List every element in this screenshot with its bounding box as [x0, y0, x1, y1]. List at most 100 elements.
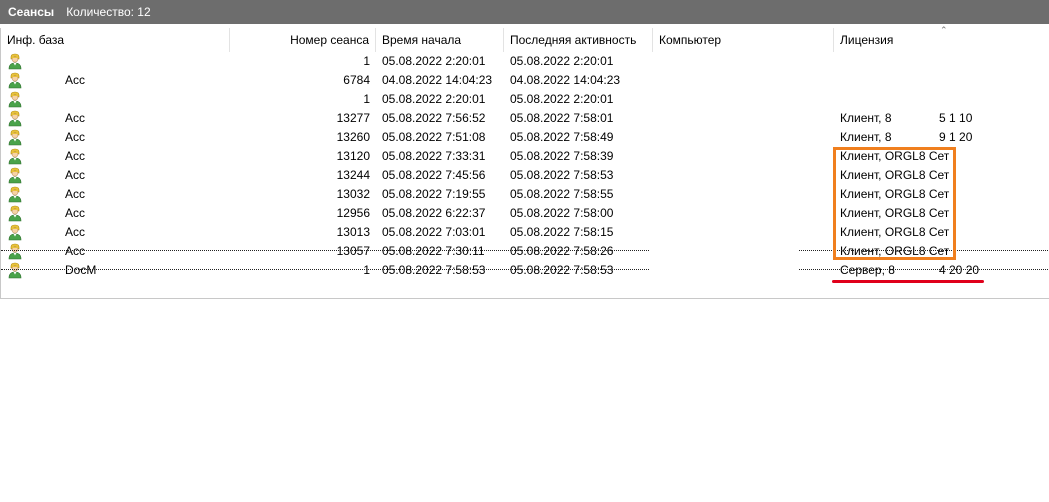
cell-license — [840, 71, 954, 90]
user-session-icon — [7, 242, 23, 261]
table-row[interactable]: Acc 13277 05.08.2022 7:56:52 05.08.2022 7:5… — [1, 109, 1049, 128]
cell-session-number: 13244 — [336, 168, 370, 182]
cell-base: Acc — [65, 206, 86, 220]
cell-computer — [659, 261, 829, 280]
cell-computer — [659, 166, 829, 185]
table-row[interactable]: Acc 6784 04.08.2022 14:04:23 04.08.2022 14:… — [1, 71, 1049, 90]
user-session-icon — [7, 52, 23, 71]
column-header-last-activity[interactable]: Последняя активность — [504, 28, 653, 52]
cell-last-activity: 05.08.2022 7:58:53 — [510, 168, 614, 182]
cell-license — [840, 90, 954, 109]
session-count: Количество: 12 — [66, 5, 151, 19]
cell-computer — [659, 223, 829, 242]
cell-base: Acc — [65, 244, 86, 258]
column-header-session-number[interactable]: Номер сеанса — [230, 28, 376, 52]
column-header-computer[interactable]: Компьютер — [653, 28, 834, 52]
cell-license: Клиент, 8 — [840, 130, 892, 144]
user-session-icon — [7, 223, 23, 242]
cell-computer — [659, 147, 829, 166]
cell-license-extra: 5 1 10 — [939, 111, 973, 125]
cell-base — [65, 52, 225, 71]
cell-base: Acc — [65, 130, 86, 144]
user-session-icon — [7, 109, 23, 128]
cell-start-time: 05.08.2022 7:56:52 — [382, 111, 486, 125]
table-row[interactable]: DocM 1 05.08.2022 7:58:53 05.08.2022 7:58:5… — [1, 261, 1049, 280]
row-focus-dotted-line — [1, 250, 649, 251]
cell-session-number: 12956 — [336, 206, 370, 220]
cell-last-activity: 05.08.2022 7:58:55 — [510, 187, 614, 201]
cell-base: Acc — [65, 149, 86, 163]
cell-session-number: 13260 — [336, 130, 370, 144]
user-session-icon — [7, 90, 23, 109]
license-highlight-box — [833, 147, 956, 260]
column-header-session-number-label: Номер сеанса — [290, 33, 369, 47]
cell-license-extra — [939, 71, 999, 90]
cell-license-extra — [939, 52, 999, 71]
cell-start-time: 05.08.2022 7:45:56 — [382, 168, 486, 182]
cell-session-number: 13057 — [336, 244, 370, 258]
cell-start-time: 05.08.2022 2:20:01 — [382, 54, 486, 68]
column-header-start-time-label: Время начала — [382, 33, 462, 47]
cell-start-time: 05.08.2022 7:51:08 — [382, 130, 486, 144]
column-header-computer-label: Компьютер — [659, 33, 722, 47]
cell-start-time: 05.08.2022 7:19:55 — [382, 187, 486, 201]
cell-start-time: 05.08.2022 7:30:11 — [382, 244, 485, 258]
column-header-base-label: Инф. база — [7, 33, 65, 47]
column-header-base[interactable]: Инф. база — [1, 28, 230, 52]
user-session-icon — [7, 204, 23, 223]
user-session-icon — [7, 185, 23, 204]
table-row[interactable]: 1 05.08.2022 2:20:01 05.08.2022 2:20:01 — [1, 52, 1049, 71]
cell-session-number: 13120 — [336, 149, 370, 163]
user-session-icon — [7, 147, 23, 166]
table-row[interactable]: 1 05.08.2022 2:20:01 05.08.2022 2:20:01 — [1, 90, 1049, 109]
cell-computer — [659, 242, 829, 261]
table-row[interactable]: Acc 13260 05.08.2022 7:51:08 05.08.2022 7:5… — [1, 128, 1049, 147]
cell-base: Acc — [65, 187, 86, 201]
cell-base: Acc — [65, 225, 86, 239]
server-license-underline — [832, 280, 984, 283]
column-header-license-label: Лицензия — [840, 33, 894, 47]
column-header-last-activity-label: Последняя активность — [510, 33, 637, 47]
cell-license-extra: 9 1 20 — [939, 130, 973, 144]
user-session-icon — [7, 128, 23, 147]
cell-last-activity: 05.08.2022 7:58:53 — [510, 263, 614, 277]
cell-session-number: 1 — [363, 54, 370, 68]
cell-start-time: 05.08.2022 7:58:53 — [382, 263, 486, 277]
column-header-start-time[interactable]: Время начала — [376, 28, 504, 52]
cell-last-activity: 05.08.2022 7:58:01 — [510, 111, 614, 125]
cell-last-activity: 05.08.2022 7:58:39 — [510, 149, 614, 163]
cell-start-time: 05.08.2022 7:03:01 — [382, 225, 486, 239]
cell-last-activity: 05.08.2022 7:58:00 — [510, 206, 614, 220]
window-titlebar: Сеансы Количество: 12 — [0, 0, 1049, 24]
cell-session-number: 1 — [363, 92, 370, 106]
cell-start-time: 05.08.2022 7:33:31 — [382, 149, 486, 163]
cell-session-number: 13032 — [336, 187, 370, 201]
cell-computer — [659, 71, 829, 90]
cell-computer — [659, 128, 829, 147]
table-header: Инф. база Номер сеанса Время начала Посл… — [1, 25, 1049, 52]
table-bottom-border — [0, 298, 1049, 299]
cell-session-number: 13277 — [336, 111, 370, 125]
cell-computer — [659, 204, 829, 223]
cell-base: Acc — [65, 111, 86, 125]
cell-last-activity: 04.08.2022 14:04:23 — [510, 73, 621, 87]
cell-license: Клиент, 8 — [840, 111, 892, 125]
cell-last-activity: 05.08.2022 7:58:26 — [510, 244, 614, 258]
cell-base: Acc — [65, 168, 86, 182]
window-title: Сеансы — [8, 5, 55, 19]
cell-computer — [659, 185, 829, 204]
cell-last-activity: 05.08.2022 7:58:15 — [510, 225, 614, 239]
cell-license: Сервер, 8 — [840, 263, 895, 277]
row-focus-dotted-line — [1, 269, 649, 270]
user-session-icon — [7, 261, 23, 280]
cell-last-activity: 05.08.2022 7:58:49 — [510, 130, 614, 144]
cell-base: DocM — [65, 263, 97, 277]
cell-license — [840, 52, 954, 71]
cell-license-extra — [939, 90, 999, 109]
cell-computer — [659, 90, 829, 109]
cell-session-number: 6784 — [343, 73, 370, 87]
cell-base: Acc — [65, 73, 86, 87]
cell-base — [65, 90, 225, 109]
cell-start-time: 04.08.2022 14:04:23 — [382, 73, 493, 87]
sort-ascending-icon: ⌃ — [940, 25, 948, 35]
